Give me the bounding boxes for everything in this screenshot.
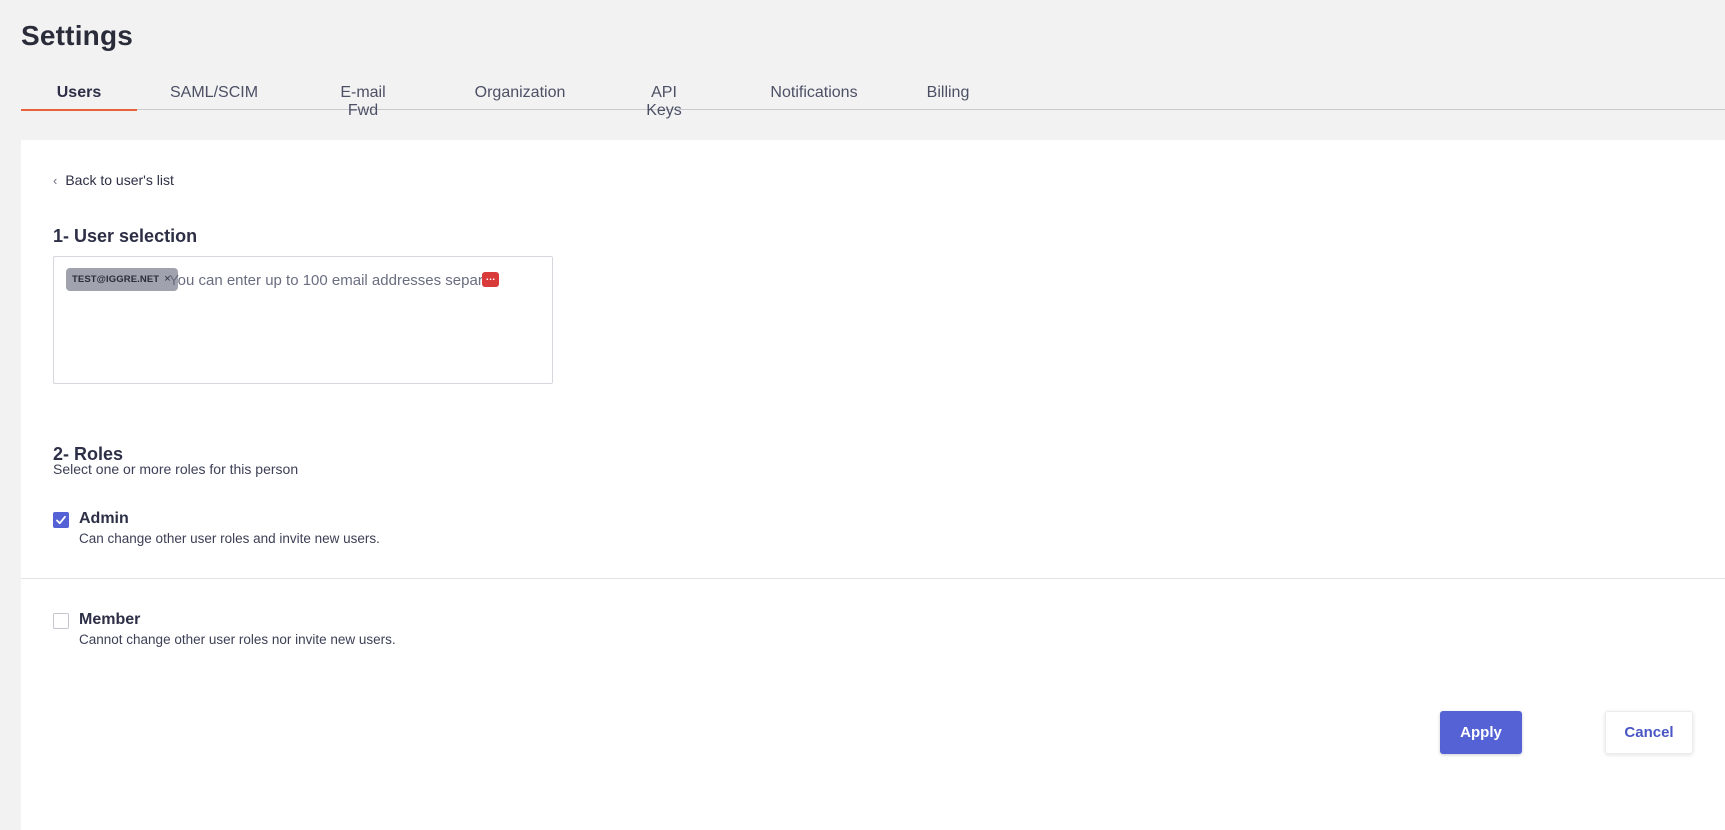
email-chip-label: TEST@IGGRE.NET bbox=[72, 274, 160, 285]
email-chip: TEST@IGGRE.NET × bbox=[66, 268, 178, 291]
check-icon bbox=[56, 515, 66, 525]
member-checkbox[interactable] bbox=[53, 613, 69, 629]
email-entry-box[interactable]: TEST@IGGRE.NET × … bbox=[53, 256, 553, 384]
member-role-description: Cannot change other user roles nor invit… bbox=[79, 632, 396, 647]
member-role-name: Member bbox=[79, 611, 141, 628]
back-to-users-link[interactable]: ‹ Back to user's list bbox=[53, 172, 174, 188]
admin-role-name: Admin bbox=[79, 510, 129, 527]
roles-subtitle: Select one or more roles for this person bbox=[53, 461, 299, 477]
cancel-button[interactable]: Cancel bbox=[1605, 711, 1693, 754]
user-selection-title: 1- User selection bbox=[53, 226, 198, 246]
overflow-badge: … bbox=[482, 272, 499, 287]
admin-role-description: Can change other user roles and invite n… bbox=[79, 531, 380, 546]
settings-tabs: Users SAML/SCIM E-mail Fwd Organization … bbox=[21, 84, 1725, 119]
admin-checkbox[interactable] bbox=[53, 512, 69, 528]
roles-divider bbox=[21, 578, 1725, 579]
tab-users[interactable]: Users bbox=[21, 84, 137, 111]
tab-email-fwd[interactable]: E-mail Fwd bbox=[325, 84, 401, 119]
tab-api-keys[interactable]: API Keys bbox=[633, 84, 695, 119]
back-link-label: Back to user's list bbox=[65, 172, 174, 188]
user-edit-card: ‹ Back to user's list 1- User selection … bbox=[21, 140, 1725, 830]
apply-button[interactable]: Apply bbox=[1440, 711, 1522, 754]
tab-saml-scim[interactable]: SAML/SCIM bbox=[170, 84, 258, 110]
tab-notifications[interactable]: Notifications bbox=[765, 84, 863, 110]
page-title: Settings bbox=[21, 20, 134, 51]
tab-organization[interactable]: Organization bbox=[472, 84, 568, 110]
tab-billing[interactable]: Billing bbox=[925, 84, 971, 110]
chevron-left-icon: ‹ bbox=[53, 172, 58, 188]
